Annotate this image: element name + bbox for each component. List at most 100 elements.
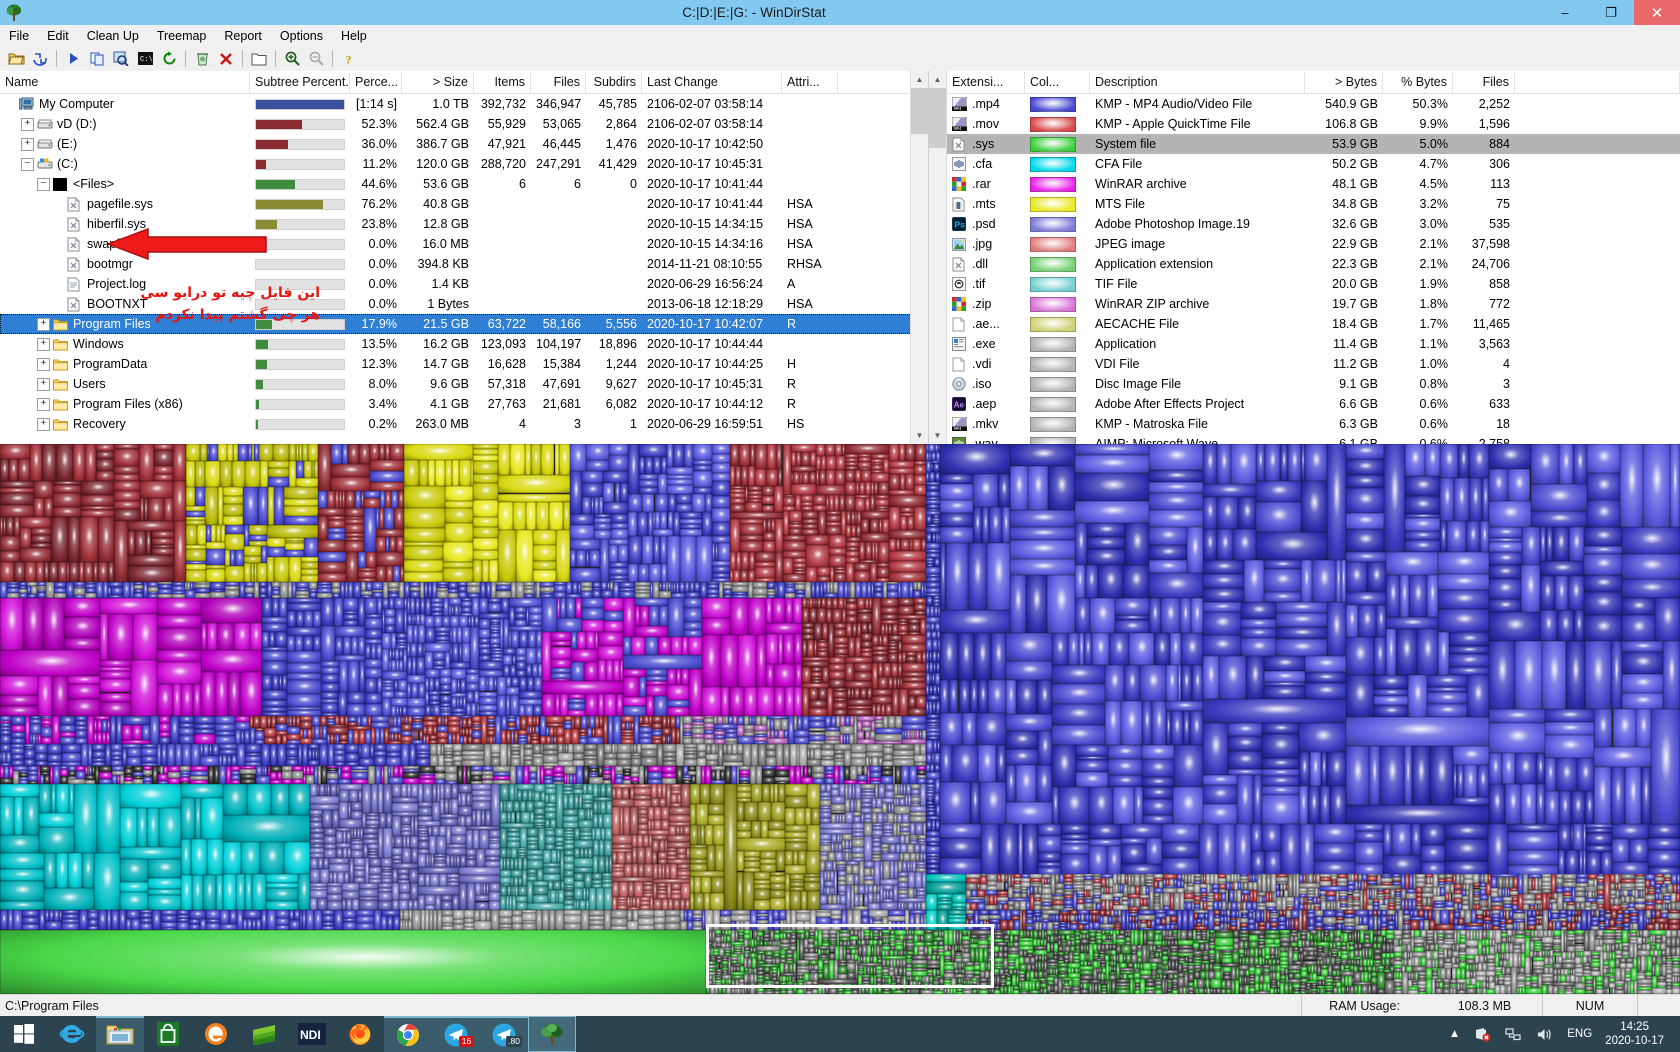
extension-row[interactable]: .dll Application extension 22.3 GB 2.1% 24,7… <box>947 254 1680 274</box>
menu-item-edit[interactable]: Edit <box>38 27 78 45</box>
show-treemap-icon[interactable] <box>247 48 271 70</box>
tree-row[interactable]: + Program Files (x86) 3.4% 4.1 GB 27,763 21,6… <box>0 394 928 414</box>
command-prompt-icon[interactable]: C:\ <box>133 48 157 70</box>
extension-column-header-bytes[interactable]: > Bytes <box>1305 71 1383 93</box>
empty-recycle-bin-icon[interactable] <box>190 48 214 70</box>
taskbar-item-sublime-text[interactable] <box>240 1016 288 1052</box>
extension-row[interactable]: .jpg JPEG image 22.9 GB 2.1% 37,598 <box>947 234 1680 254</box>
extension-row[interactable]: .rar WinRAR archive 48.1 GB 4.5% 113 <box>947 174 1680 194</box>
extension-row[interactable]: MP4 .mkv KMP - Matroska File 6.3 GB 0.6% 18 <box>947 414 1680 434</box>
tree-row[interactable]: – (C:) 11.2% 120.0 GB 288,720 247,291 41,429 20… <box>0 154 928 174</box>
zoom-in-explorer-icon[interactable] <box>109 48 133 70</box>
start-button[interactable] <box>0 1016 48 1052</box>
taskbar-item-edge-browser[interactable] <box>192 1016 240 1052</box>
tree-row[interactable]: + vD (D:) 52.3% 562.4 GB 55,929 53,065 2,864 21… <box>0 114 928 134</box>
tree-row[interactable]: + Users 8.0% 9.6 GB 57,318 47,691 9,627 2020-10… <box>0 374 928 394</box>
zoom-out-icon[interactable] <box>304 48 328 70</box>
taskbar-item-telegram-2[interactable]: .80 <box>480 1016 528 1052</box>
network-icon[interactable] <box>1498 1027 1529 1042</box>
language-indicator[interactable]: ENG <box>1560 1028 1599 1040</box>
tree-column-header-attri[interactable]: Attri... <box>782 71 838 93</box>
tree-row[interactable]: pagefile.sys 76.2% 40.8 GB 2020-10-17 10:41… <box>0 194 928 214</box>
tree-expander[interactable]: + <box>37 397 50 411</box>
maximize-button[interactable]: ❐ <box>1588 0 1634 25</box>
tree-expander[interactable]: + <box>37 337 50 351</box>
copy-icon[interactable] <box>85 48 109 70</box>
taskbar-item-firefox[interactable] <box>336 1016 384 1052</box>
extension-column-header-files[interactable]: Files <box>1453 71 1515 93</box>
extension-vertical-scrollbar[interactable]: ▲ ▼ <box>929 71 947 444</box>
ext-scroll-up-arrow[interactable]: ▲ <box>929 71 946 88</box>
open-folder-icon[interactable] <box>4 48 28 70</box>
tree-row[interactable]: + Windows 13.5% 16.2 GB 123,093 104,197 18,896… <box>0 334 928 354</box>
scroll-thumb[interactable] <box>911 88 928 134</box>
extension-row[interactable]: .mts MTS File 34.8 GB 3.2% 75 <box>947 194 1680 214</box>
refresh-selected-icon[interactable] <box>157 48 181 70</box>
extension-row[interactable]: .tif TIF File 20.0 GB 1.9% 858 <box>947 274 1680 294</box>
extension-row[interactable]: .vdi VDI File 11.2 GB 1.0% 4 <box>947 354 1680 374</box>
tree-expander[interactable]: + <box>21 137 34 151</box>
extension-column-header-bytes[interactable]: % Bytes <box>1383 71 1453 93</box>
taskbar-item-google-chrome[interactable] <box>384 1016 432 1052</box>
tree-expander[interactable]: + <box>37 357 50 371</box>
extension-row[interactable]: MP4 .mov KMP - Apple QuickTime File 106.8 G… <box>947 114 1680 134</box>
extension-row[interactable]: .iso Disc Image File 9.1 GB 0.8% 3 <box>947 374 1680 394</box>
extension-column-header-description[interactable]: Description <box>1090 71 1305 93</box>
tree-row[interactable]: + (E:) 36.0% 386.7 GB 47,921 46,445 1,476 2020-… <box>0 134 928 154</box>
rescan-icon[interactable] <box>28 48 52 70</box>
tree-row[interactable]: + Recovery 0.2% 263.0 MB 4 3 1 2020-06-29 16:59… <box>0 414 928 434</box>
tree-column-header-subdirs[interactable]: Subdirs <box>586 71 642 93</box>
extension-row[interactable]: .ae... AECACHE File 18.4 GB 1.7% 11,465 <box>947 314 1680 334</box>
menu-item-report[interactable]: Report <box>215 27 271 45</box>
tree-vertical-scrollbar[interactable]: ▲ ▼ <box>910 71 928 444</box>
tree-expander[interactable]: + <box>37 417 50 431</box>
tree-column-header-subtree-percent[interactable]: Subtree Percent... <box>250 71 350 93</box>
tree-expander[interactable]: + <box>37 317 50 331</box>
treemap-view[interactable] <box>0 444 1680 994</box>
tree-expander[interactable]: + <box>21 117 34 131</box>
taskbar-item-ndi-tools[interactable]: NDI <box>288 1016 336 1052</box>
tree-column-header-items[interactable]: Items <box>474 71 531 93</box>
taskbar-item-file-explorer[interactable] <box>96 1016 144 1052</box>
scroll-up-arrow[interactable]: ▲ <box>911 71 928 88</box>
volume-icon[interactable] <box>1529 1027 1560 1042</box>
ext-scroll-thumb[interactable] <box>929 88 946 148</box>
close-button[interactable]: ✕ <box>1634 0 1680 25</box>
scroll-down-arrow[interactable]: ▼ <box>911 427 928 444</box>
tree-row[interactable]: My Computer [1:14 s] 1.0 TB 392,732 346,947 4… <box>0 94 928 114</box>
extension-column-header-col[interactable]: Col... <box>1025 71 1090 93</box>
extension-column-header-extensi[interactable]: Extensi... <box>947 71 1025 93</box>
extension-row[interactable]: Ps .psd Adobe Photoshop Image.19 32.6 GB 3.0… <box>947 214 1680 234</box>
menu-item-clean-up[interactable]: Clean Up <box>78 27 148 45</box>
extension-row[interactable]: .zip WinRAR ZIP archive 19.7 GB 1.8% 772 <box>947 294 1680 314</box>
tree-column-header-last-change[interactable]: Last Change <box>642 71 782 93</box>
tree-column-header-perce[interactable]: Perce... <box>350 71 402 93</box>
tree-expander[interactable]: – <box>37 177 50 191</box>
tree-expander[interactable]: + <box>37 377 50 391</box>
minimize-button[interactable]: – <box>1542 0 1588 25</box>
tree-column-header-files[interactable]: Files <box>531 71 586 93</box>
extension-row[interactable]: .exe Application 11.4 GB 1.1% 3,563 <box>947 334 1680 354</box>
extension-row[interactable]: Ae .aep Adobe After Effects Project 6.6 GB 0… <box>947 394 1680 414</box>
extension-row[interactable]: .sys System file 53.9 GB 5.0% 884 <box>947 134 1680 154</box>
taskbar-item-telegram-1[interactable]: 16 <box>432 1016 480 1052</box>
tree-column-header-size[interactable]: > Size <box>402 71 474 93</box>
tree-row[interactable]: – <Files> 44.6% 53.6 GB 6 6 0 2020-10-17 10:41:… <box>0 174 928 194</box>
delete-icon[interactable] <box>214 48 238 70</box>
menu-item-file[interactable]: File <box>0 27 38 45</box>
show-hidden-icons-arrow[interactable]: ▲ <box>1442 1028 1467 1040</box>
tree-column-header-name[interactable]: Name <box>0 71 250 93</box>
ext-scroll-down-arrow[interactable]: ▼ <box>929 427 946 444</box>
tree-row[interactable]: + ProgramData 12.3% 14.7 GB 16,628 15,384 1,24… <box>0 354 928 374</box>
taskbar-item-windirstat[interactable] <box>528 1016 576 1052</box>
extension-row[interactable]: .cfa CFA File 50.2 GB 4.7% 306 <box>947 154 1680 174</box>
network-error-icon[interactable] <box>1467 1027 1498 1042</box>
menu-item-options[interactable]: Options <box>271 27 332 45</box>
menu-item-help[interactable]: Help <box>332 27 376 45</box>
zoom-in-icon[interactable] <box>280 48 304 70</box>
continue-icon[interactable] <box>61 48 85 70</box>
taskbar-item-internet-explorer[interactable] <box>48 1016 96 1052</box>
taskbar-clock[interactable]: 14:25 2020-10-17 <box>1599 1020 1674 1049</box>
extension-row[interactable]: MP4 .mp4 KMP - MP4 Audio/Video File 540.9 G… <box>947 94 1680 114</box>
tree-expander[interactable]: – <box>21 157 34 171</box>
